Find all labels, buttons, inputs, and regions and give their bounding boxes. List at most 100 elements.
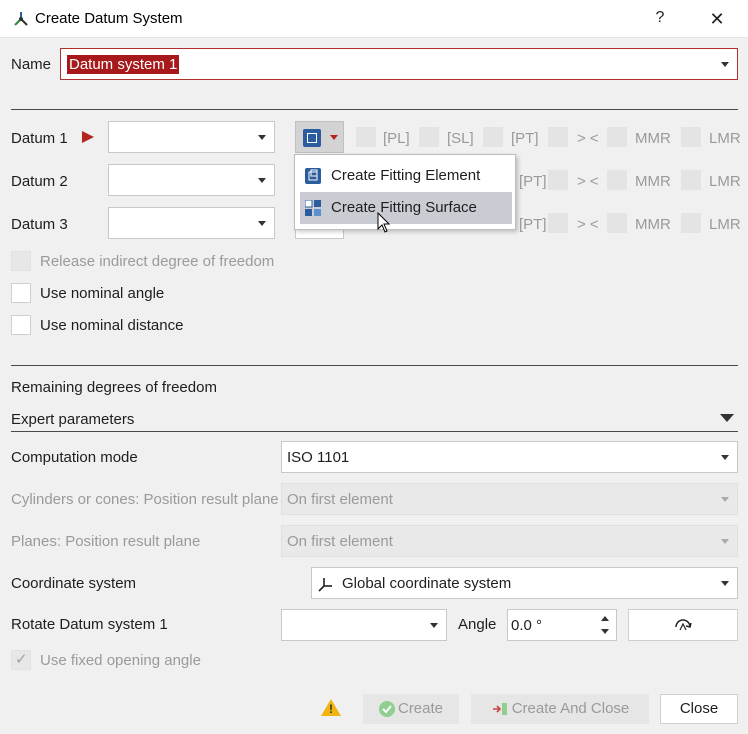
help-button[interactable]: ? xyxy=(648,6,672,30)
mmr-label: MMR xyxy=(635,130,671,147)
cylinders-value: On first element xyxy=(287,491,393,508)
create-fitting-menu: Create Fitting Element Create Fitting Su… xyxy=(294,154,516,230)
lmr-checkbox[interactable] xyxy=(681,127,701,147)
angle-spinbox[interactable]: 0.0 ° xyxy=(507,609,617,641)
create-and-close-button[interactable]: Create And Close xyxy=(471,694,649,724)
nominal-angle-checkbox[interactable] xyxy=(11,283,31,303)
datum-1-combo[interactable] xyxy=(108,121,275,153)
arrows-checkbox[interactable] xyxy=(548,170,568,190)
mmr-checkbox[interactable] xyxy=(607,170,627,190)
chevron-down-icon[interactable] xyxy=(721,62,729,67)
chevron-down-icon[interactable] xyxy=(721,581,729,586)
chevron-down-icon[interactable] xyxy=(721,455,729,460)
menu-item-create-fitting-surface[interactable]: Create Fitting Surface xyxy=(300,192,512,224)
window-title: Create Datum System xyxy=(35,10,183,27)
lmr-checkbox[interactable] xyxy=(681,170,701,190)
mouse-cursor-icon xyxy=(377,212,391,233)
close-window-button[interactable]: ✕ xyxy=(704,6,730,32)
chevron-down-icon[interactable] xyxy=(430,623,438,628)
arrows-label: > < xyxy=(577,173,599,190)
spin-down-icon[interactable] xyxy=(601,629,609,634)
chevron-down-icon[interactable] xyxy=(258,178,266,183)
create-and-close-icon xyxy=(492,703,507,716)
mmr-label: MMR xyxy=(635,216,671,233)
separator xyxy=(11,109,738,110)
fitting-element-icon[interactable] xyxy=(303,129,321,147)
warning-icon xyxy=(321,699,341,716)
release-checkbox[interactable] xyxy=(11,251,31,271)
computation-mode-combo[interactable]: ISO 1101 xyxy=(281,441,738,473)
create-button-label: Create xyxy=(397,700,444,717)
angle-value: 0.0 ° xyxy=(511,617,543,634)
mmr-label: MMR xyxy=(635,173,671,190)
pt-label: [PT] xyxy=(519,216,547,233)
nominal-distance-checkbox[interactable] xyxy=(11,315,31,335)
planes-combo[interactable]: On first element xyxy=(281,525,738,557)
arrows-label: > < xyxy=(577,216,599,233)
close-button-label: Close xyxy=(679,700,719,717)
pl-checkbox[interactable] xyxy=(356,127,376,147)
chevron-down-icon[interactable] xyxy=(721,497,729,502)
pt-checkbox[interactable] xyxy=(483,127,503,147)
fixed-opening-checkbox[interactable] xyxy=(11,650,31,670)
cylinders-combo[interactable]: On first element xyxy=(281,483,738,515)
chevron-down-icon[interactable] xyxy=(330,135,338,140)
lmr-label: LMR xyxy=(709,173,741,190)
datum-2-combo[interactable] xyxy=(108,164,275,196)
arrows-checkbox[interactable] xyxy=(548,127,568,147)
coordinate-system-icon xyxy=(318,578,332,592)
nominal-angle-label: Use nominal angle xyxy=(40,285,165,302)
name-label: Name xyxy=(11,56,52,73)
close-button[interactable]: Close xyxy=(660,694,738,724)
menu-item-label: Create Fitting Element xyxy=(331,167,481,184)
collapse-triangle-icon[interactable] xyxy=(720,414,734,422)
coordinate-system-label: Coordinate system xyxy=(11,575,137,592)
pt-label: [PT] xyxy=(511,130,539,147)
create-fitting-split-button[interactable] xyxy=(295,121,344,153)
lmr-checkbox[interactable] xyxy=(681,213,701,233)
fitting-surface-icon xyxy=(305,200,321,216)
sl-label: [SL] xyxy=(447,130,474,147)
name-combo[interactable]: Datum system 1 xyxy=(60,48,738,80)
chevron-down-icon[interactable] xyxy=(258,221,266,226)
arrows-label: > < xyxy=(577,130,599,147)
menu-item-create-fitting-element[interactable]: Create Fitting Element xyxy=(300,160,512,192)
lmr-label: LMR xyxy=(709,216,741,233)
create-button[interactable]: Create xyxy=(363,694,459,724)
mmr-checkbox[interactable] xyxy=(607,213,627,233)
release-label: Release indirect degree of freedom xyxy=(40,253,275,270)
mmr-checkbox[interactable] xyxy=(607,127,627,147)
arrows-checkbox[interactable] xyxy=(548,213,568,233)
coordinate-system-combo[interactable]: Global coordinate system xyxy=(311,567,738,599)
expert-parameters-header[interactable]: Expert parameters xyxy=(11,408,738,432)
sl-checkbox[interactable] xyxy=(419,127,439,147)
datum-1-label: Datum 1 xyxy=(11,130,68,147)
datum-3-label: Datum 3 xyxy=(11,216,68,233)
planes-label: Planes: Position result plane xyxy=(11,533,201,550)
chevron-down-icon[interactable] xyxy=(258,135,266,140)
fitting-element-icon xyxy=(305,168,321,184)
rotate-combo[interactable] xyxy=(281,609,447,641)
name-value[interactable]: Datum system 1 xyxy=(67,55,180,74)
spin-up-icon[interactable] xyxy=(601,616,609,621)
coordinate-system-value: Global coordinate system xyxy=(342,575,512,592)
angle-label: Angle xyxy=(458,616,497,633)
fixed-opening-label: Use fixed opening angle xyxy=(40,652,201,669)
pl-label: [PL] xyxy=(383,130,410,147)
menu-item-label: Create Fitting Surface xyxy=(331,199,477,216)
computation-mode-value: ISO 1101 xyxy=(287,449,350,466)
check-circle-icon xyxy=(378,701,395,718)
cylinders-label: Cylinders or cones: Position result plan… xyxy=(11,491,279,508)
planes-value: On first element xyxy=(287,533,393,550)
datum-system-app-icon xyxy=(14,12,28,26)
lmr-label: LMR xyxy=(709,130,741,147)
chevron-down-icon[interactable] xyxy=(721,539,729,544)
pt-label: [PT] xyxy=(519,173,547,190)
rotate-direction-button[interactable] xyxy=(628,609,738,641)
datum-3-combo[interactable] xyxy=(108,207,275,239)
rotate-arrow-icon xyxy=(675,619,692,631)
datum-2-label: Datum 2 xyxy=(11,173,68,190)
nominal-distance-label: Use nominal distance xyxy=(40,317,184,334)
title-bar: Create Datum System ? ✕ xyxy=(0,0,748,38)
expert-parameters-label: Expert parameters xyxy=(11,411,135,428)
